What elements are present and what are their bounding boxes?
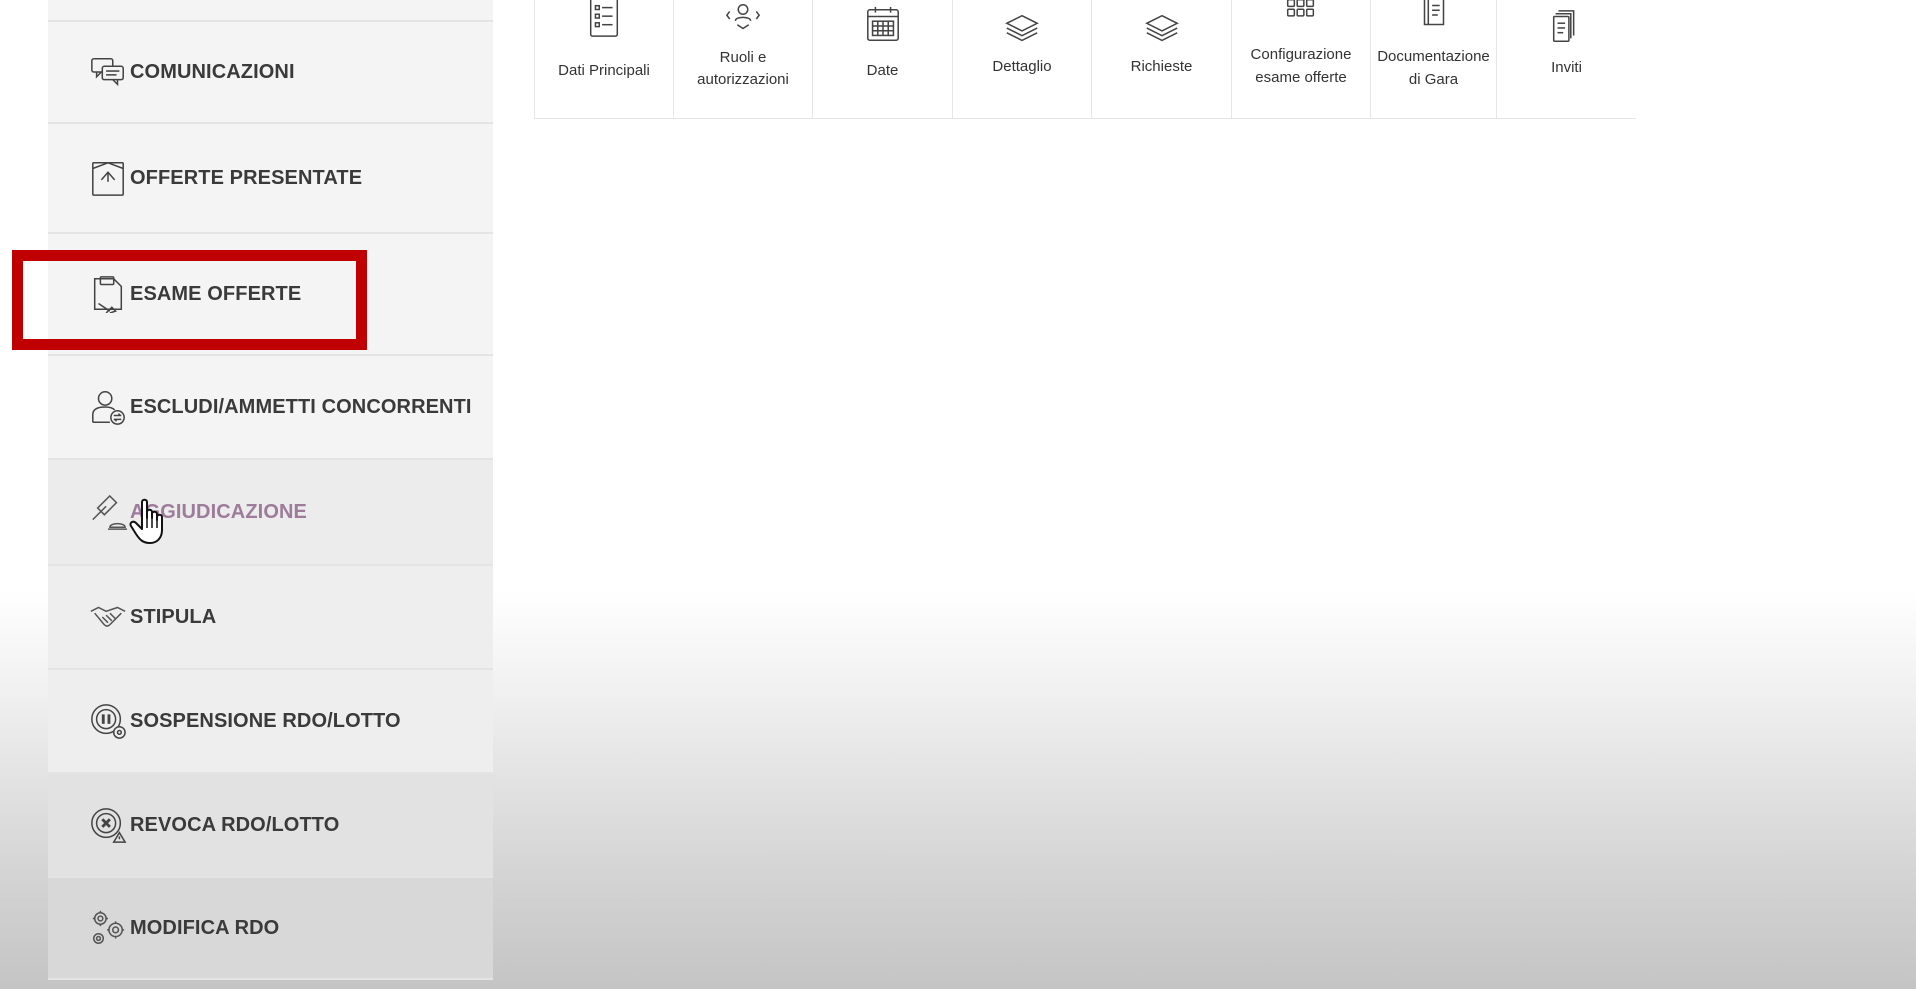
sidebar-item-label: STIPULA xyxy=(130,605,217,628)
sidebar-item-modifica-rdo[interactable]: MODIFICA RDO xyxy=(48,878,493,980)
gavel-icon xyxy=(88,492,128,532)
tab-label-line1: Ruoli e xyxy=(719,49,767,66)
tab-label: Dettaglio xyxy=(992,58,1052,75)
sidebar-menu: COMUNICAZIONI OFFERTE PRESENTATE ESAME O… xyxy=(48,0,493,980)
tab-label-line2: esame offerte xyxy=(1255,69,1347,86)
tab-label-line2: autorizzazioni xyxy=(697,71,789,88)
tab-label: Dati Principali xyxy=(558,62,650,79)
tab-label: Richieste xyxy=(1130,58,1193,75)
tab-ruoli-e-autorizzazioni[interactable]: Ruoli e autorizzazioni xyxy=(673,0,812,118)
tab-label: Inviti xyxy=(1551,59,1582,76)
sidebar-item-stipula[interactable]: STIPULA xyxy=(48,566,493,670)
layers-icon xyxy=(1142,10,1182,50)
sidebar-item-sospensione-rdo-lotto[interactable]: SOSPENSIONE RDO/LOTTO xyxy=(48,670,493,774)
sidebar-item-escludi-ammetti-concorrenti[interactable]: ESCLUDI/AMMETTI CONCORRENTI xyxy=(48,356,493,460)
checklist-icon xyxy=(584,0,624,40)
tab-dati-principali[interactable]: Dati Principali xyxy=(534,0,673,118)
sidebar-item-label: REVOCA RDO/LOTTO xyxy=(130,813,340,836)
tab-label: Date xyxy=(866,62,899,79)
sidebar-item-label: SOSPENSIONE RDO/LOTTO xyxy=(130,709,401,732)
tab-date[interactable]: Date xyxy=(812,0,952,118)
user-switch-icon xyxy=(88,387,128,427)
sidebar-item-aggiudicazione[interactable]: AGGIUDICAZIONE xyxy=(48,460,493,566)
users-icon xyxy=(723,0,763,40)
sidebar-item-label: COMUNICAZIONI xyxy=(130,60,295,83)
sidebar-item-label: OFFERTE PRESENTATE xyxy=(130,166,363,189)
hand-cursor-icon xyxy=(129,498,163,544)
tab-label-line2: di Gara xyxy=(1408,71,1459,88)
chat-bubbles-icon xyxy=(88,52,128,92)
sidebar-item-comunicazioni[interactable]: COMUNICAZIONI xyxy=(48,22,493,124)
sidebar-item-revoca-rdo-lotto[interactable]: REVOCA RDO/LOTTO xyxy=(48,774,493,878)
envelope-icon xyxy=(88,158,128,198)
cancel-warning-icon xyxy=(88,805,128,845)
tab-label-line1: Configurazione xyxy=(1250,46,1352,63)
layers-icon xyxy=(1002,10,1042,50)
sidebar-item-offerte-presentate[interactable]: OFFERTE PRESENTATE xyxy=(48,124,493,234)
tab-richieste[interactable]: Richieste xyxy=(1091,0,1231,118)
documents-stack-icon xyxy=(1547,8,1587,48)
gears-icon xyxy=(88,908,128,948)
pause-clock-icon xyxy=(88,701,128,741)
sidebar-item-label: ESCLUDI/AMMETTI CONCORRENTI xyxy=(130,395,472,418)
sidebar-top-item[interactable] xyxy=(48,0,493,22)
grid-icon xyxy=(1281,0,1321,34)
tab-bar: Dati Principali Ruoli e autorizzazioni D… xyxy=(534,0,1636,119)
tab-dettaglio[interactable]: Dettaglio xyxy=(952,0,1091,118)
document-icon xyxy=(1414,0,1454,36)
tab-inviti[interactable]: Inviti xyxy=(1496,0,1636,118)
handshake-icon xyxy=(88,597,128,637)
tab-label-line1: Documentazione xyxy=(1377,48,1490,65)
tab-configurazione-esame-offerte[interactable]: Configurazione esame offerte xyxy=(1231,0,1370,118)
tab-documentazione-di-gara[interactable]: Documentazione di Gara xyxy=(1370,0,1496,118)
calendar-icon xyxy=(863,6,903,46)
sidebar-item-label: MODIFICA RDO xyxy=(130,916,280,939)
highlight-box xyxy=(12,250,367,350)
